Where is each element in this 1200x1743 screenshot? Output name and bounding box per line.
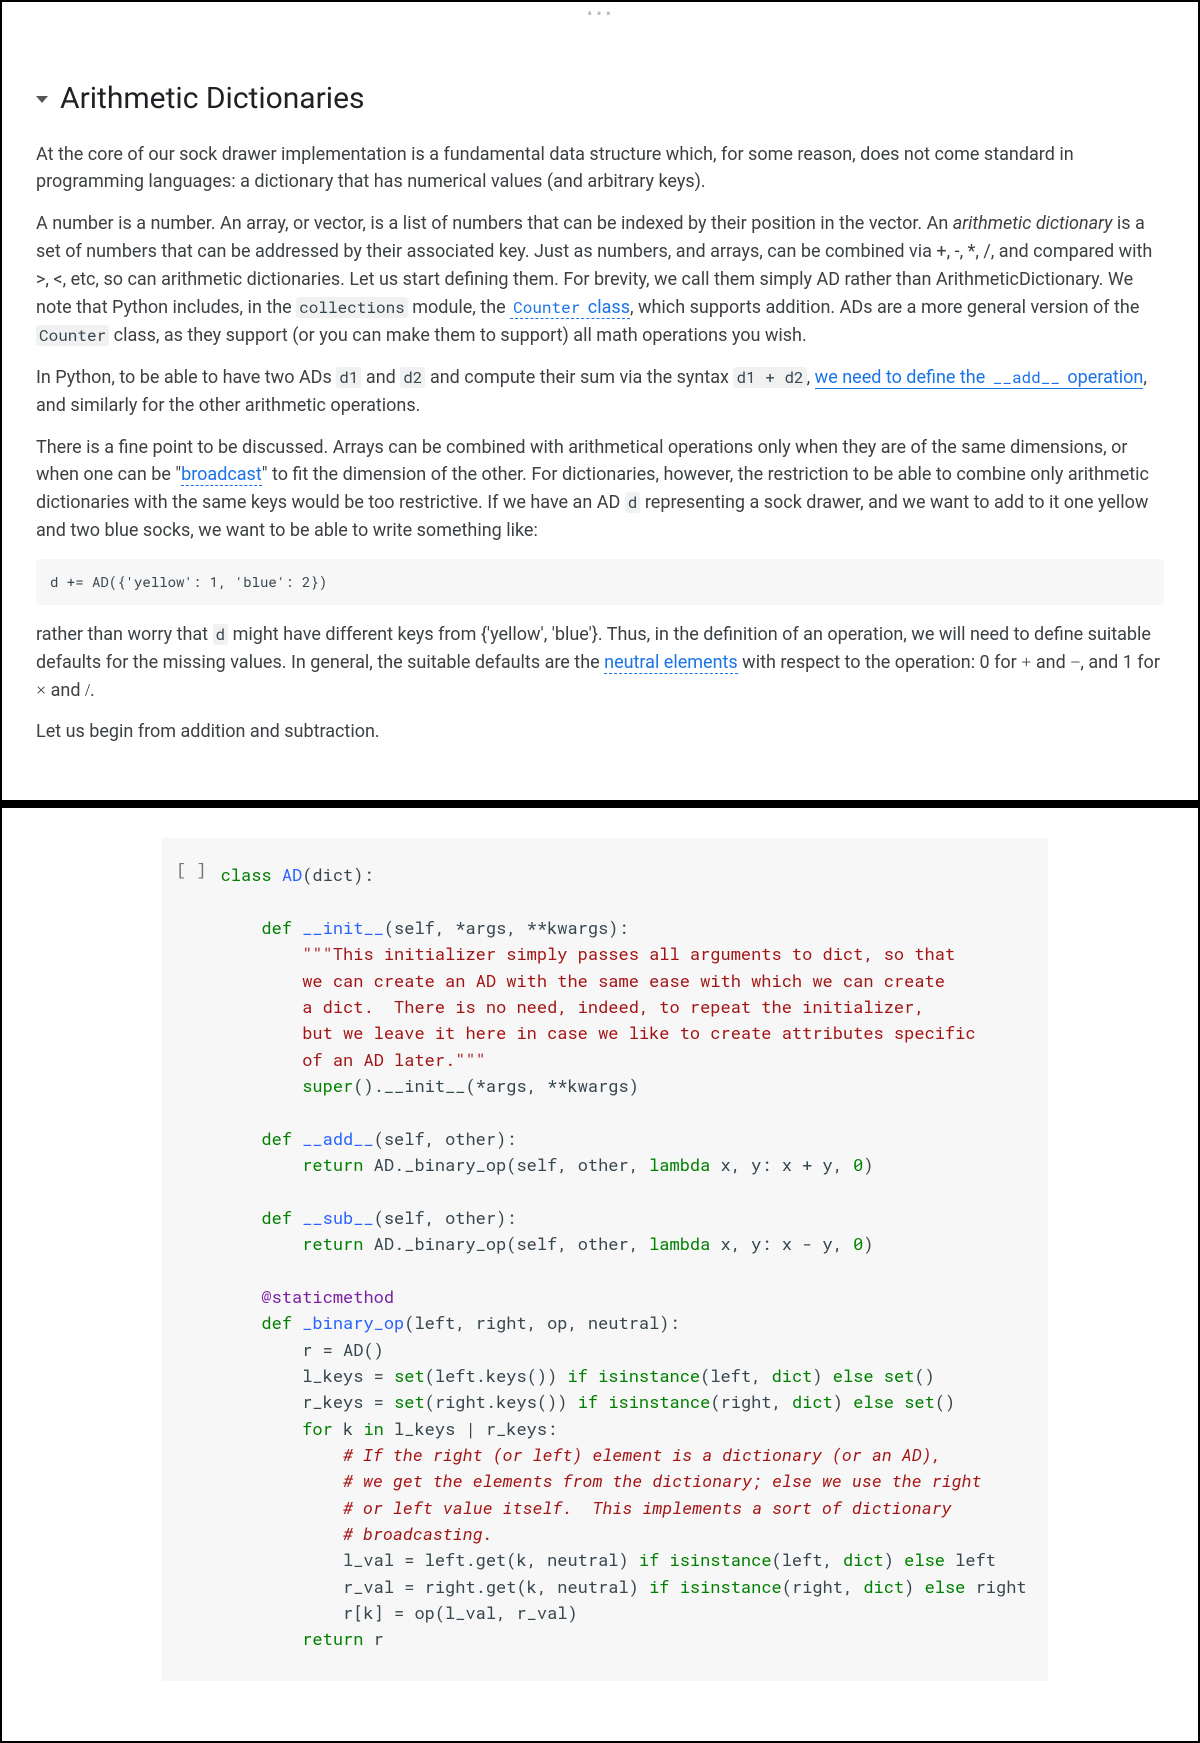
code-snippet: d += AD({'yellow': 1, 'blue': 2}) [36,559,1164,605]
paragraph: At the core of our sock drawer implement… [36,141,1164,197]
inline-code: Counter [36,325,109,346]
paragraph: rather than worry that d might have diff… [36,621,1164,705]
text-cell: Arithmetic Dictionaries At the core of o… [2,22,1198,770]
collapse-caret-icon[interactable] [36,96,48,103]
inline-code: d2 [400,367,425,388]
code-body[interactable]: class AD(dict): def __init__(self, *args… [221,862,1027,1652]
paragraph: Let us begin from addition and subtracti… [36,718,1164,746]
text-sheet: ⋯ Arithmetic Dictionaries At the core of… [0,0,1200,802]
code-cell[interactable]: [ ] class AD(dict): def __init__(self, *… [162,838,1048,1680]
heading-text: Arithmetic Dictionaries [60,76,364,123]
link-broadcast[interactable]: broadcast [181,464,262,486]
inline-code: d1 + d2 [733,367,806,388]
inline-code: collections [296,297,408,318]
link-counter-class[interactable]: Counter class [510,297,630,319]
paragraph: A number is a number. An array, or vecto… [36,210,1164,349]
section-heading: Arithmetic Dictionaries [36,76,1164,123]
link-add-operation[interactable]: we need to define the __add__ operation [815,367,1144,389]
inline-code: d [213,624,229,645]
link-neutral-elements[interactable]: neutral elements [604,652,738,674]
drag-handle-dots: ⋯ [2,2,1198,22]
code-sheet: [ ] class AD(dict): def __init__(self, *… [0,806,1200,1742]
paragraph: There is a fine point to be discussed. A… [36,434,1164,546]
paragraph: In Python, to be able to have two ADs d1… [36,364,1164,420]
cell-prompt: [ ] [176,862,221,1652]
inline-code: d [625,492,641,513]
inline-code: d1 [336,367,361,388]
term-arithmetic-dictionary: arithmetic dictionary [953,213,1113,234]
